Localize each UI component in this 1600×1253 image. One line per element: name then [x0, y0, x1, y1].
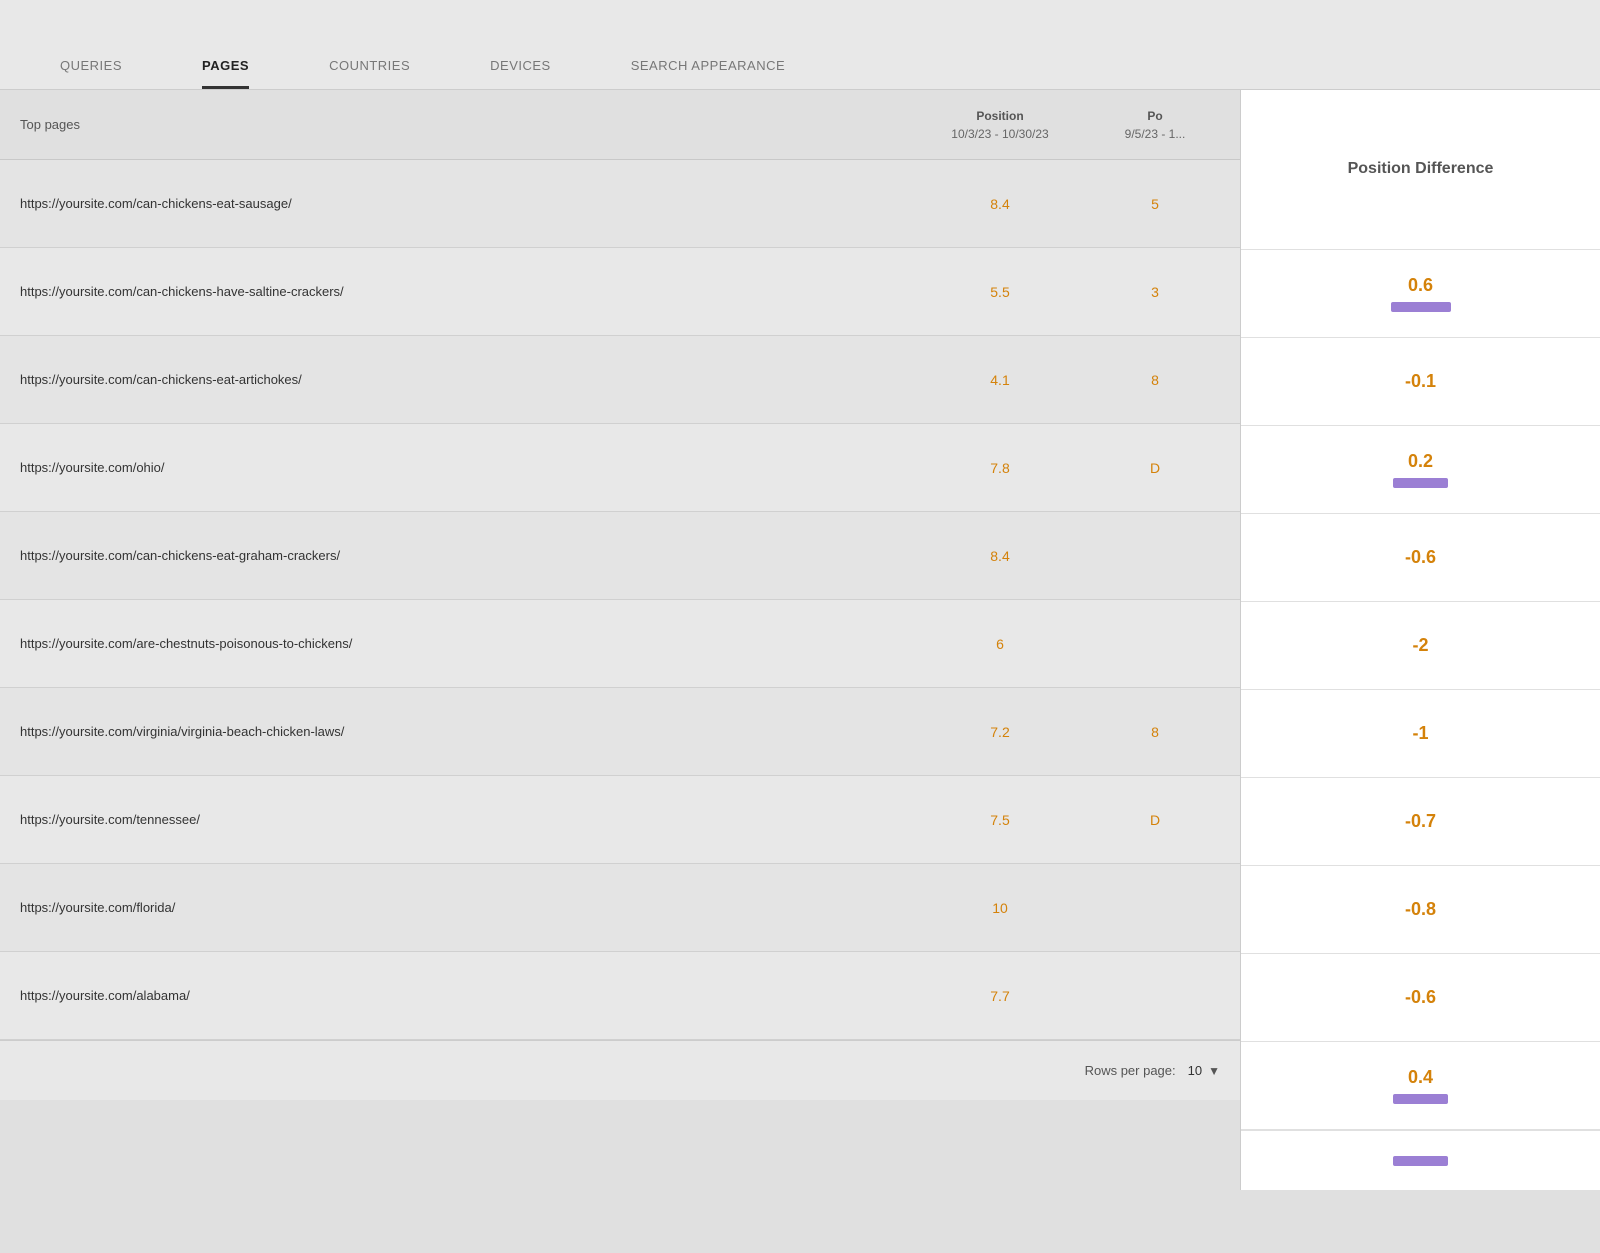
- row-url[interactable]: https://yoursite.com/florida/: [20, 900, 910, 915]
- row-position: 5.5: [910, 284, 1090, 300]
- tab-queries[interactable]: QUERIES: [20, 58, 162, 89]
- right-diff-row: -0.7: [1241, 778, 1600, 866]
- row-url[interactable]: https://yoursite.com/ohio/: [20, 460, 910, 475]
- row-url[interactable]: https://yoursite.com/are-chestnuts-poiso…: [20, 636, 910, 651]
- row-position-prev: 8: [1090, 724, 1220, 740]
- rows-per-page-label: Rows per page:: [1085, 1063, 1176, 1078]
- diff-value: -0.1: [1405, 371, 1436, 392]
- diff-value: 0.2: [1408, 451, 1433, 472]
- table-row: https://yoursite.com/are-chestnuts-poiso…: [0, 600, 1240, 688]
- right-diff-row: -0.6: [1241, 514, 1600, 602]
- row-url[interactable]: https://yoursite.com/can-chickens-eat-ar…: [20, 372, 910, 387]
- tab-search-appearance[interactable]: SEARCH APPEARANCE: [591, 58, 825, 89]
- right-diff-row: 0.4: [1241, 1042, 1600, 1130]
- table-subheader: Top pages Position 10/3/23 - 10/30/23 Po…: [0, 90, 1240, 160]
- tab-pages[interactable]: PAGES: [162, 58, 289, 89]
- diff-value: -0.6: [1405, 547, 1436, 568]
- right-footer-bar: [1393, 1156, 1448, 1166]
- page-container: QUERIES PAGES COUNTRIES DEVICES SEARCH A…: [0, 0, 1600, 1253]
- right-rows: 0.6 -0.1 0.2 -0.6 -2 -1 -0.7 -0.8 -0.6 0…: [1241, 250, 1600, 1130]
- diff-bar: [1393, 1094, 1448, 1104]
- diff-bar: [1393, 478, 1448, 488]
- tab-bar: QUERIES PAGES COUNTRIES DEVICES SEARCH A…: [0, 0, 1600, 90]
- table-row: https://yoursite.com/florida/ 10: [0, 864, 1240, 952]
- row-position: 7.5: [910, 812, 1090, 828]
- right-panel: Position Difference 0.6 -0.1 0.2 -0.6 -2…: [1240, 90, 1600, 1190]
- diff-value: -0.6: [1405, 987, 1436, 1008]
- table-row: https://yoursite.com/virginia/virginia-b…: [0, 688, 1240, 776]
- table-row: https://yoursite.com/can-chickens-eat-ar…: [0, 336, 1240, 424]
- row-position-prev: D: [1090, 812, 1220, 828]
- row-position: 7.7: [910, 988, 1090, 1004]
- right-panel-header: Position Difference: [1241, 90, 1600, 250]
- diff-value: 0.4: [1408, 1067, 1433, 1088]
- right-diff-row: -1: [1241, 690, 1600, 778]
- main-content: Top pages Position 10/3/23 - 10/30/23 Po…: [0, 90, 1600, 1190]
- right-diff-row: 0.2: [1241, 426, 1600, 514]
- row-url[interactable]: https://yoursite.com/virginia/virginia-b…: [20, 724, 910, 739]
- table-row: https://yoursite.com/tennessee/ 7.5 D: [0, 776, 1240, 864]
- right-diff-row: -0.8: [1241, 866, 1600, 954]
- table-row: https://yoursite.com/can-chickens-have-s…: [0, 248, 1240, 336]
- row-position: 8.4: [910, 548, 1090, 564]
- row-position: 7.2: [910, 724, 1090, 740]
- row-url[interactable]: https://yoursite.com/alabama/: [20, 988, 910, 1003]
- table-row: https://yoursite.com/ohio/ 7.8 D: [0, 424, 1240, 512]
- diff-value: -0.8: [1405, 899, 1436, 920]
- position-col-header: Position 10/3/23 - 10/30/23: [910, 107, 1090, 143]
- right-diff-row: -2: [1241, 602, 1600, 690]
- row-position-prev: D: [1090, 460, 1220, 476]
- table-rows: https://yoursite.com/can-chickens-eat-sa…: [0, 160, 1240, 1040]
- table-row: https://yoursite.com/can-chickens-eat-gr…: [0, 512, 1240, 600]
- right-footer: [1241, 1130, 1600, 1190]
- row-url[interactable]: https://yoursite.com/tennessee/: [20, 812, 910, 827]
- table-row: https://yoursite.com/can-chickens-eat-sa…: [0, 160, 1240, 248]
- rows-dropdown-arrow[interactable]: ▼: [1208, 1064, 1220, 1078]
- row-url[interactable]: https://yoursite.com/can-chickens-eat-gr…: [20, 548, 910, 563]
- row-position: 4.1: [910, 372, 1090, 388]
- row-position: 7.8: [910, 460, 1090, 476]
- row-position: 10: [910, 900, 1090, 916]
- tab-devices[interactable]: DEVICES: [450, 58, 591, 89]
- tab-countries[interactable]: COUNTRIES: [289, 58, 450, 89]
- diff-value: -2: [1412, 635, 1428, 656]
- row-position-prev: 5: [1090, 196, 1220, 212]
- position-difference-title: Position Difference: [1348, 158, 1494, 180]
- top-pages-label: Top pages: [20, 117, 910, 132]
- position-prev-col-header: Po 9/5/23 - 1...: [1090, 107, 1220, 143]
- table-row: https://yoursite.com/alabama/ 7.7: [0, 952, 1240, 1040]
- rows-per-page-value: 10: [1188, 1063, 1202, 1078]
- row-position: 8.4: [910, 196, 1090, 212]
- row-position-prev: 8: [1090, 372, 1220, 388]
- diff-value: -0.7: [1405, 811, 1436, 832]
- right-diff-row: -0.6: [1241, 954, 1600, 1042]
- diff-value: 0.6: [1408, 275, 1433, 296]
- diff-value: -1: [1412, 723, 1428, 744]
- row-position: 6: [910, 636, 1090, 652]
- diff-bar: [1391, 302, 1451, 312]
- row-url[interactable]: https://yoursite.com/can-chickens-eat-sa…: [20, 196, 910, 211]
- right-diff-row: 0.6: [1241, 250, 1600, 338]
- table-panel: Top pages Position 10/3/23 - 10/30/23 Po…: [0, 90, 1240, 1190]
- right-diff-row: -0.1: [1241, 338, 1600, 426]
- footer-bar: Rows per page: 10 ▼: [0, 1040, 1240, 1100]
- row-url[interactable]: https://yoursite.com/can-chickens-have-s…: [20, 284, 910, 299]
- row-position-prev: 3: [1090, 284, 1220, 300]
